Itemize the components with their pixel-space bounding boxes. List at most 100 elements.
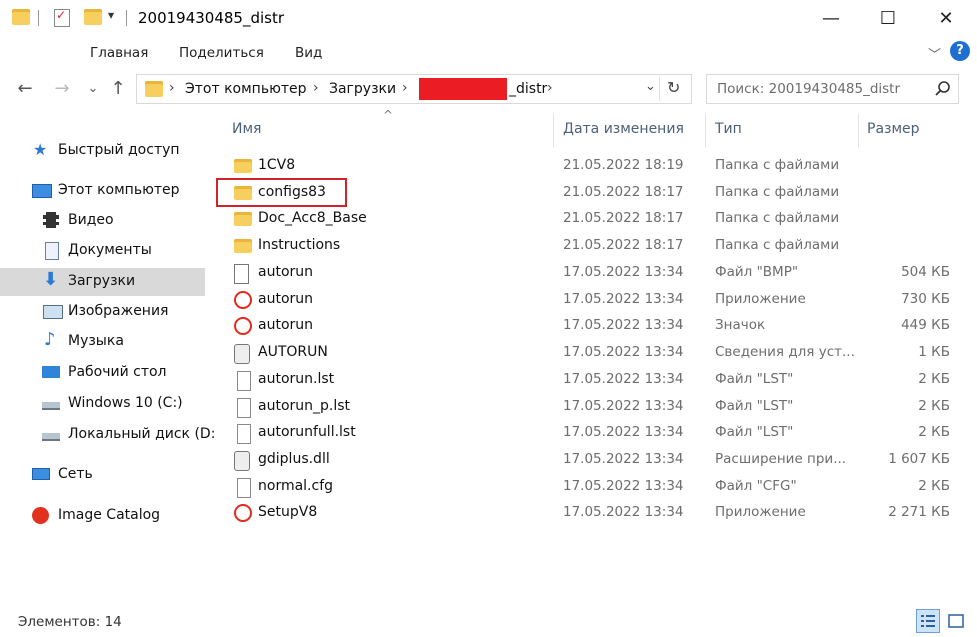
file-type: Приложение [715,504,806,520]
file-icon [237,424,251,444]
file-row[interactable]: normal.cfg 17.05.2022 13:34 Файл "CFG" 2… [214,474,964,500]
file-type: Сведения для уст... [715,344,855,360]
file-type: Папка с файлами [715,237,840,253]
forward-button[interactable]: → [51,78,73,100]
column-divider[interactable] [858,114,859,148]
large-icons-view-icon[interactable] [946,611,966,631]
file-row[interactable]: AUTORUN 17.05.2022 13:34 Сведения для ус… [214,340,964,366]
sidebar-item-quick-access[interactable]: ★ Быстрый доступ [0,137,205,165]
file-size: 449 КБ [901,317,950,333]
network-icon [32,468,50,480]
column-header-type[interactable]: Тип [715,121,742,137]
file-name: 1CV8 [258,157,296,173]
sidebar-item-drive-d[interactable]: Локальный диск (D: [0,421,215,449]
drive-icon [42,402,60,410]
sidebar-item-downloads[interactable]: ⬇ Загрузки [0,268,205,296]
file-type: Папка с файлами [715,157,840,173]
divider [126,10,127,26]
file-date: 21.05.2022 18:19 [563,157,684,173]
file-row[interactable]: Instructions 21.05.2022 18:17 Папка с фа… [214,233,964,259]
sidebar-item-desktop[interactable]: Рабочий стол [0,359,205,387]
sidebar-item-image-catalog[interactable]: Image Catalog [0,502,205,530]
sidebar-item-drive-c[interactable]: Windows 10 (C:) [0,390,205,418]
chevron-down-icon[interactable]: ﹀ [928,44,941,63]
column-divider[interactable] [553,114,554,148]
downloads-icon: ⬇ [43,269,59,290]
sidebar-item-label: Загрузки [68,273,136,289]
file-row[interactable]: SetupV8 17.05.2022 13:34 Приложение 2 27… [214,500,964,526]
sidebar-item-label: Изображения [68,303,169,319]
help-icon[interactable]: ? [950,41,970,61]
breadcrumb-separator[interactable]: › [402,80,408,96]
bmp-file-icon [234,264,249,284]
properties-icon[interactable]: ✓ [54,8,70,27]
customize-toolbar-icon[interactable]: ▾ [108,8,114,22]
folder-icon [234,212,252,226]
folder-icon [234,159,252,173]
status-item-count: Элементов: 14 [18,614,122,630]
sidebar-item-pictures[interactable]: Изображения [0,298,205,326]
chevron-down-icon[interactable]: ⌄ [645,79,656,94]
file-name: AUTORUN [258,344,328,360]
navigation-pane: ★ Быстрый доступ Этот компьютер Видео До… [0,110,215,605]
details-view-icon[interactable] [916,609,940,633]
breadcrumb-downloads[interactable]: Загрузки [329,81,396,97]
sidebar-item-label: Windows 10 (C:) [68,395,183,411]
column-header-size[interactable]: Размер [867,121,920,137]
sidebar-item-documents[interactable]: Документы [0,237,205,265]
file-row[interactable]: 1CV8 21.05.2022 18:19 Папка с файлами [214,153,964,179]
column-header-name[interactable]: Имя [232,121,261,137]
sidebar-item-music[interactable]: ♪ Музыка [0,328,205,356]
column-divider[interactable] [705,114,706,148]
search-icon[interactable] [933,79,953,99]
breadcrumb-current-folder[interactable]: _distr [509,81,547,97]
file-row[interactable]: autorun 17.05.2022 13:34 Файл "BMP" 504 … [214,260,964,286]
file-date: 17.05.2022 13:34 [563,451,684,467]
breadcrumb-separator[interactable]: › [169,80,175,96]
file-row[interactable]: autorunfull.lst 17.05.2022 13:34 Файл "L… [214,420,964,446]
new-folder-icon[interactable] [84,9,102,25]
file-row[interactable]: gdiplus.dll 17.05.2022 13:34 Расширение … [214,447,964,473]
breadcrumb-separator[interactable]: › [313,80,319,96]
file-type: Файл "BMP" [715,264,799,280]
tab-share[interactable]: Поделиться [179,45,264,61]
refresh-icon[interactable]: ↻ [667,78,680,97]
file-name: autorun.lst [258,371,335,387]
minimize-button[interactable]: — [805,0,857,38]
file-name: normal.cfg [258,478,334,494]
file-date: 17.05.2022 13:34 [563,344,684,360]
file-date: 17.05.2022 13:34 [563,504,684,520]
search-input[interactable]: Поиск: 20019430485_distr [706,74,959,104]
sidebar-item-label: Этот компьютер [58,182,180,198]
file-name: Instructions [258,237,341,253]
sidebar-item-label: Документы [68,242,152,258]
back-button[interactable]: ← [14,78,36,100]
tab-view[interactable]: Вид [295,45,322,61]
recent-locations-button[interactable]: ⌄ [82,78,104,100]
file-row[interactable]: Doc_Acc8_Base 21.05.2022 18:17 Папка с ф… [214,206,964,232]
file-row[interactable]: autorun 17.05.2022 13:34 Значок 449 КБ [214,313,964,339]
close-button[interactable]: ✕ [920,0,972,38]
file-icon [237,398,251,418]
up-button[interactable]: ↑ [107,78,129,100]
sidebar-item-video[interactable]: Видео [0,207,205,235]
sidebar-item-label: Рабочий стол [68,364,167,380]
sidebar-item-this-pc[interactable]: Этот компьютер [0,177,205,205]
column-header-date[interactable]: Дата изменения [563,121,684,137]
redaction-block [419,78,507,100]
address-bar[interactable]: › Этот компьютер › Загрузки › _distr › ⌄… [136,74,692,104]
file-row[interactable]: autorun 17.05.2022 13:34 Приложение 730 … [214,287,964,313]
maximize-button[interactable]: ☐ [862,0,914,38]
breadcrumb-separator[interactable]: › [547,80,553,96]
file-type: Файл "LST" [715,371,794,387]
file-size: 1 607 КБ [888,451,950,467]
file-row[interactable]: autorun.lst 17.05.2022 13:34 Файл "LST" … [214,367,964,393]
breadcrumb-this-pc[interactable]: Этот компьютер [185,81,307,97]
sidebar-item-network[interactable]: Сеть [0,461,205,489]
file-size: 2 КБ [918,371,950,387]
file-name: autorun [258,291,314,307]
file-row[interactable]: autorun_p.lst 17.05.2022 13:34 Файл "LST… [214,394,964,420]
tab-home[interactable]: Главная [90,45,148,61]
file-name: SetupV8 [258,504,318,520]
folder-icon [234,239,252,253]
